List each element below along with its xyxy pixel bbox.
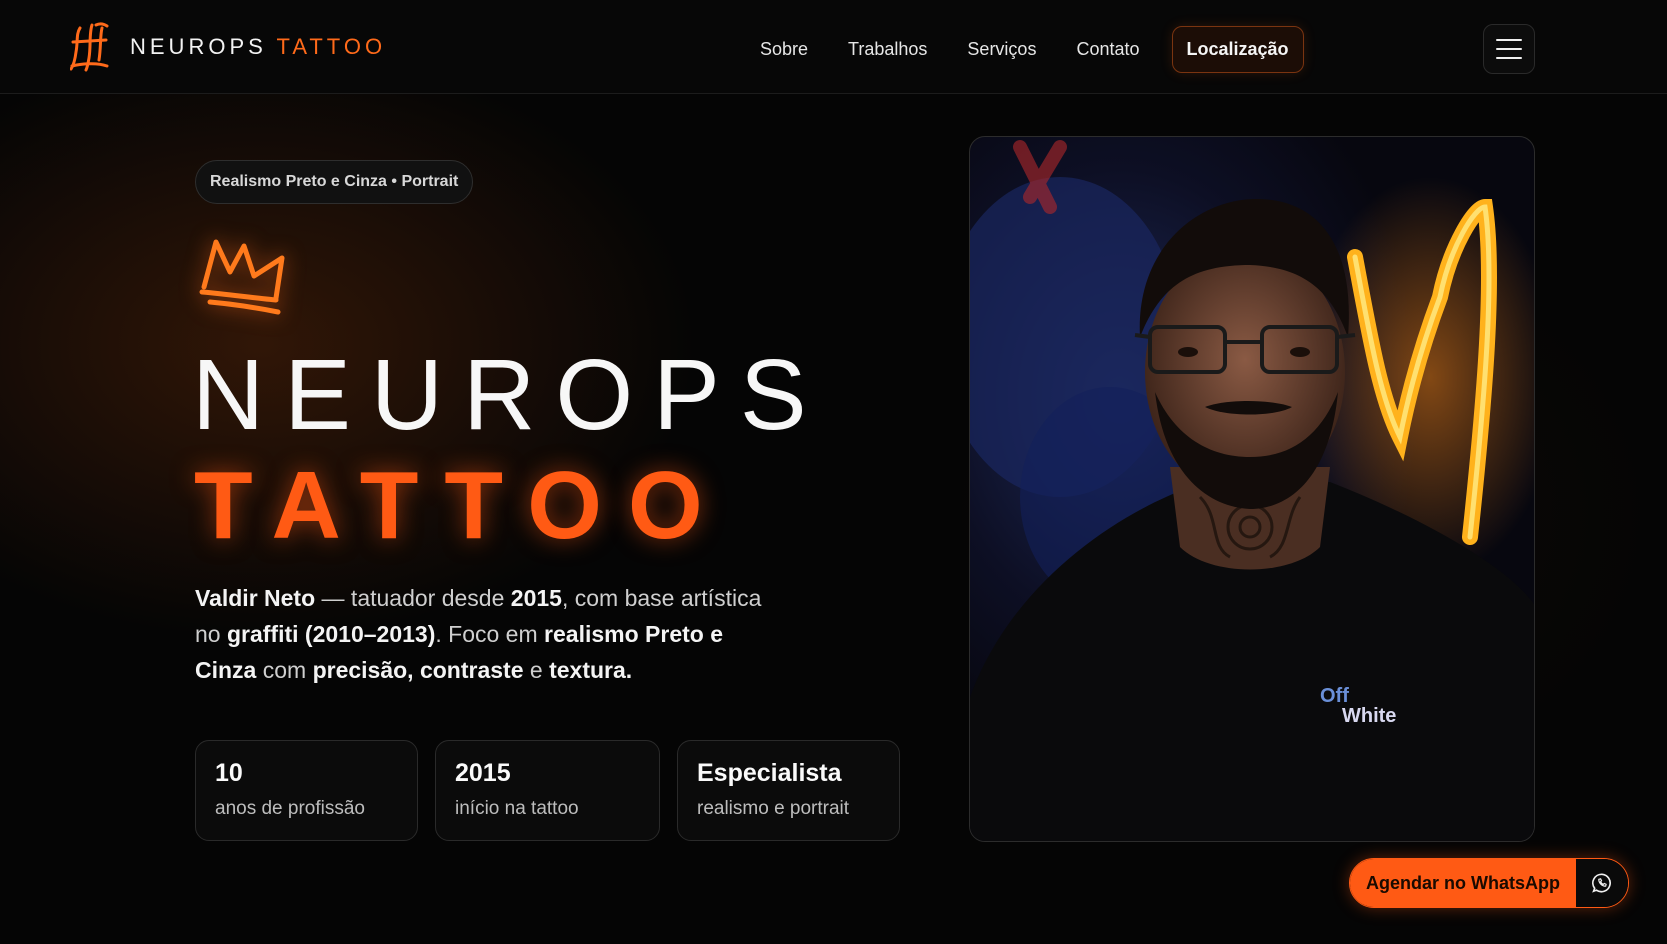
stat-label: anos de profissão (215, 798, 365, 819)
nav-servicos[interactable]: Serviços (967, 39, 1036, 60)
nav-contato[interactable]: Contato (1076, 39, 1139, 60)
hamburger-icon-line (1496, 57, 1522, 59)
hero-description: Valdir Neto — tatuador desde 2015, com b… (195, 585, 762, 683)
main-nav: Sobre Trabalhos Serviços Contato Localiz… (760, 24, 1344, 74)
hamburger-icon (1496, 39, 1522, 41)
stat-label: realismo e portrait (697, 798, 850, 819)
hero-title-line1: NEUROPS (192, 339, 827, 451)
nav-trabalhos[interactable]: Trabalhos (848, 39, 927, 60)
location-button[interactable]: Localização (1171, 25, 1304, 73)
menu-button[interactable] (1483, 24, 1535, 74)
site-logo[interactable]: NEUROPS TATTOO (70, 22, 386, 72)
stat-value: 2015 (455, 759, 511, 787)
stat-card-start: 2015 início na tattoo (435, 740, 660, 841)
whatsapp-booking-button[interactable]: Agendar no WhatsApp (1349, 858, 1629, 908)
logo-text: NEUROPS TATTOO (130, 34, 387, 59)
site-header: NEUROPS TATTOO Sobre Trabalhos Serviços … (0, 0, 1667, 94)
logo-monogram-icon (70, 22, 109, 72)
whatsapp-icon (1576, 859, 1628, 907)
hamburger-icon-line (1496, 48, 1522, 50)
whatsapp-label: Agendar no WhatsApp (1350, 859, 1576, 907)
artist-portrait-photo: Off White (969, 136, 1535, 842)
portrait-illustration: Off White (970, 140, 1534, 841)
stats-row: 10 anos de profissão 2015 início na tatt… (195, 740, 900, 841)
stat-card-specialty: Especialista realismo e portrait (677, 740, 900, 841)
nav-sobre[interactable]: Sobre (760, 39, 808, 60)
stat-label: início na tattoo (455, 798, 579, 819)
stat-value: Especialista (697, 759, 842, 787)
stat-value: 10 (215, 759, 243, 787)
shirt-logo-text-1: Off (1320, 685, 1349, 707)
specialty-tag: Realismo Preto e Cinza • Portrait (195, 160, 474, 204)
crown-icon (199, 239, 285, 315)
hero-title-line2: TATTOO (194, 452, 729, 559)
stat-card-years: 10 anos de profissão (195, 740, 418, 841)
shirt-logo-text-2: White (1342, 705, 1396, 727)
